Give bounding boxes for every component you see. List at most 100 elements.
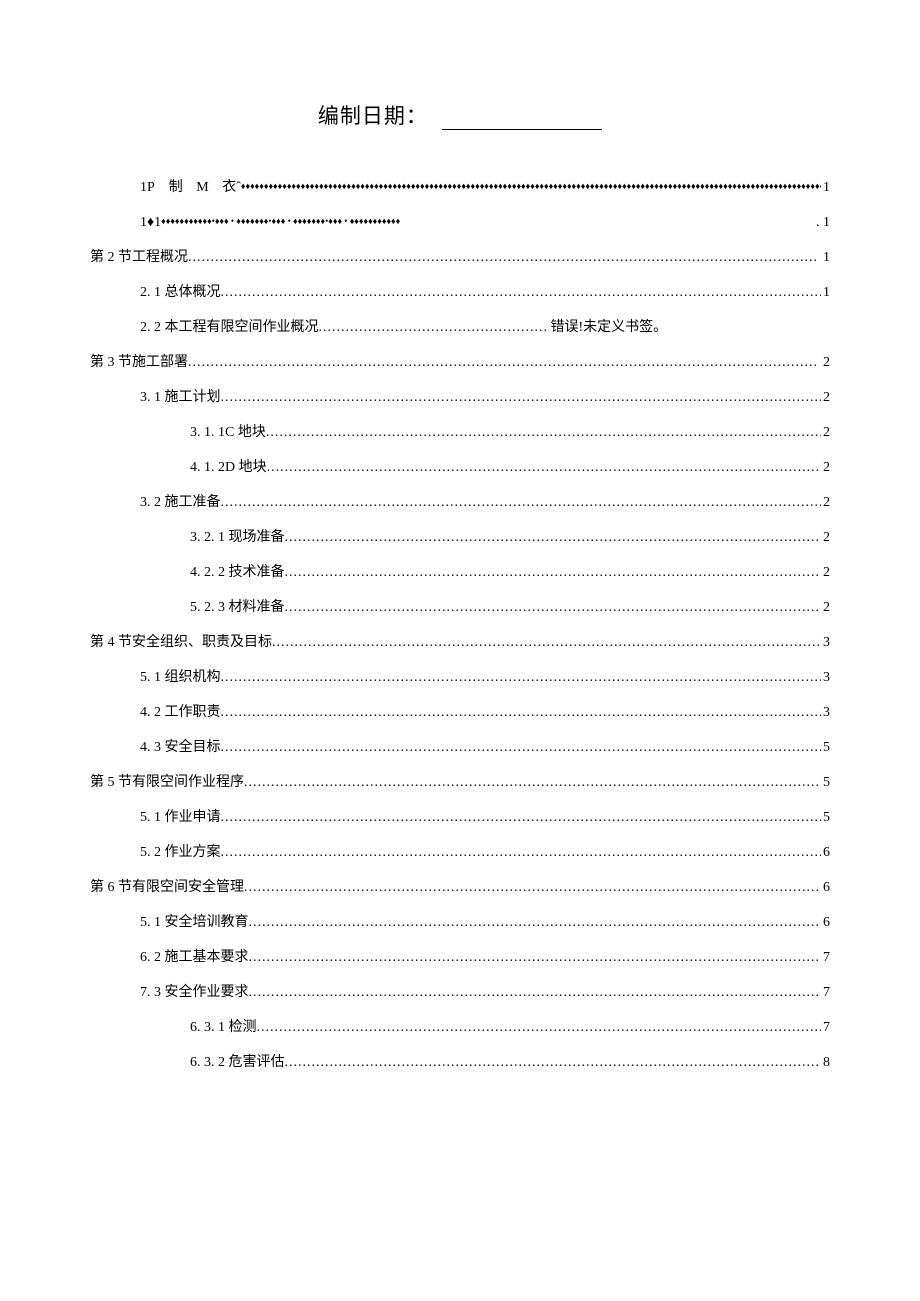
toc-entry-text: 6. 3. 2 危害评估 <box>190 1045 285 1080</box>
toc-page-number: 2 <box>821 555 830 590</box>
toc-leader: ........................................… <box>244 765 821 800</box>
toc-row: 第 4 节安全组织、职责及目标.........................… <box>90 625 830 660</box>
toc-row: 3. 1 施工计划...............................… <box>90 380 830 415</box>
toc-page-number: 6 <box>821 870 830 905</box>
toc-entry-text: 3. 2. 1 现场准备 <box>190 520 285 555</box>
toc-entry-text: 第 3 节施工部署 <box>90 345 188 380</box>
toc-leader: ........................................… <box>257 1010 822 1045</box>
toc-row: 2. 1 总体概况...............................… <box>90 275 830 310</box>
toc-entry-text: 4. 1. 2D 地块 <box>190 450 267 485</box>
toc-entry-text: 5. 2. 3 材料准备 <box>190 590 285 625</box>
toc-leader: ........................................… <box>221 485 822 520</box>
toc-row: 5. 2 作业方案...............................… <box>90 835 830 870</box>
toc-entry-text: 5. 2 作业方案 <box>140 835 221 870</box>
toc-page-number: 7 <box>821 1010 830 1045</box>
toc-page-number: 2 <box>821 345 830 380</box>
toc-leader: ........................................… <box>267 450 821 485</box>
toc-leader: ........................................… <box>319 310 549 345</box>
toc-page-number: 3 <box>821 695 830 730</box>
toc-entry-text: 第 4 节安全组织、职责及目标 <box>90 625 272 660</box>
toc-leader: ........................................… <box>272 625 821 660</box>
toc-entry-text: 6. 2 施工基本要求 <box>140 940 249 975</box>
toc-leader: ........................................… <box>188 345 821 380</box>
toc-row: 第 6 节有限空间安全管理...........................… <box>90 870 830 905</box>
toc-row: 4. 1. 2D 地块.............................… <box>90 450 830 485</box>
toc-page-number: 5 <box>821 800 830 835</box>
toc-row: 7. 3 安全作业要求.............................… <box>90 975 830 1010</box>
toc-page-number: 1 <box>821 170 830 205</box>
toc-row: 4. 2. 2 技术准备............................… <box>90 555 830 590</box>
toc-entry-text: 3. 1 施工计划 <box>140 380 221 415</box>
toc-leader: ........................................… <box>266 415 821 450</box>
toc-entry-text: 5. 1 安全培训教育 <box>140 905 249 940</box>
toc-entry-text: 7. 3 安全作业要求 <box>140 975 249 1010</box>
header-label: 编制日期： <box>318 104 428 128</box>
toc-leader: ........................................… <box>221 835 822 870</box>
toc-row: 5. 1 作业申请...............................… <box>90 800 830 835</box>
toc-page-number: 1 <box>821 240 830 275</box>
toc-row: 第 5 节有限空间作业程序...........................… <box>90 765 830 800</box>
toc-page-number: 2 <box>821 415 830 450</box>
toc-leader: ........................................… <box>249 940 822 975</box>
toc-leader: ........................................… <box>221 730 822 765</box>
toc-entry-text: 第 2 节工程概况 <box>90 240 188 275</box>
toc-page-number: 1 <box>821 275 830 310</box>
toc-leader: ........................................… <box>249 975 822 1010</box>
toc-page-number: 6 <box>821 835 830 870</box>
toc-row: 6. 3. 1 检测..............................… <box>90 1010 830 1045</box>
toc-entry-text: 第 6 节有限空间安全管理 <box>90 870 244 905</box>
toc-entry-text: 5. 1 作业申请 <box>140 800 221 835</box>
toc-page-number: 2 <box>821 450 830 485</box>
date-underline <box>442 129 602 130</box>
toc-entry-text: 4. 3 安全目标 <box>140 730 221 765</box>
toc-row: 5. 2. 3 材料准备............................… <box>90 590 830 625</box>
toc-leader: ........................................… <box>285 590 822 625</box>
toc-entry-text: 1P 制 M 衣ˆ <box>140 170 241 205</box>
toc-leader: ........................................… <box>188 240 821 275</box>
toc-page-number: 7 <box>821 975 830 1010</box>
toc-leader: ........................................… <box>221 660 822 695</box>
toc-page-number: 7 <box>821 940 830 975</box>
toc-page-number: . 1 <box>814 205 830 240</box>
toc-entry-text: 6. 3. 1 检测 <box>190 1010 257 1045</box>
toc-row: 第 2 节工程概况...............................… <box>90 240 830 275</box>
toc-page-number: 5 <box>821 765 830 800</box>
toc-leader: ........................................… <box>244 870 821 905</box>
toc-page-number: 6 <box>821 905 830 940</box>
toc-row: 2. 2 本工程有限空间作业概况........................… <box>90 310 830 345</box>
toc-row: 6. 2 施工基本要求.............................… <box>90 940 830 975</box>
toc-entry-text: 3. 2 施工准备 <box>140 485 221 520</box>
toc-page-number: 2 <box>821 590 830 625</box>
toc-page-number: 8 <box>821 1045 830 1080</box>
toc-page-number: 3 <box>821 625 830 660</box>
toc-leader: ♦♦♦♦♦♦♦♦♦♦♦♦♦♦♦♦♦♦♦♦♦♦♦♦♦♦♦♦♦♦♦♦♦♦♦♦♦♦♦♦… <box>241 182 821 191</box>
toc-page-number: 5 <box>821 730 830 765</box>
toc-row: 第 3 节施工部署...............................… <box>90 345 830 380</box>
toc-entry-text: 2. 1 总体概况 <box>140 275 221 310</box>
toc-row: 3. 2 施工准备...............................… <box>90 485 830 520</box>
toc-leader: ♦♦♦♦♦♦♦♦♦♦♦•♦♦♦ • ♦♦♦♦♦♦♦•♦♦♦ • ♦♦♦♦♦♦♦•… <box>161 217 814 226</box>
toc-entry-text: 4. 2 工作职责 <box>140 695 221 730</box>
toc-row: 3. 2. 1 现场准备............................… <box>90 520 830 555</box>
toc-row: 6. 3. 2 危害评估............................… <box>90 1045 830 1080</box>
toc-entry-text: 4. 2. 2 技术准备 <box>190 555 285 590</box>
toc-leader: ........................................… <box>221 275 822 310</box>
table-of-contents: 1P 制 M 衣ˆ♦♦♦♦♦♦♦♦♦♦♦♦♦♦♦♦♦♦♦♦♦♦♦♦♦♦♦♦♦♦♦… <box>90 170 830 1080</box>
toc-row: 5. 1 安全培训教育.............................… <box>90 905 830 940</box>
toc-page-number: 2 <box>821 485 830 520</box>
toc-page-number: 2 <box>821 520 830 555</box>
toc-leader: ........................................… <box>221 380 822 415</box>
toc-page-number: 2 <box>821 380 830 415</box>
toc-leader: ........................................… <box>285 520 822 555</box>
toc-entry-text: 5. 1 组织机构 <box>140 660 221 695</box>
toc-page-number: 错误!未定义书签。 <box>549 310 668 345</box>
toc-row: 1P 制 M 衣ˆ♦♦♦♦♦♦♦♦♦♦♦♦♦♦♦♦♦♦♦♦♦♦♦♦♦♦♦♦♦♦♦… <box>90 170 830 205</box>
toc-entry-text: 2. 2 本工程有限空间作业概况 <box>140 310 319 345</box>
toc-row: 4. 2 工作职责...............................… <box>90 695 830 730</box>
toc-entry-text: 第 5 节有限空间作业程序 <box>90 765 244 800</box>
document-header: 编制日期： <box>90 100 830 130</box>
toc-row: 4. 3 安全目标...............................… <box>90 730 830 765</box>
toc-leader: ........................................… <box>285 1045 822 1080</box>
toc-entry-text: 3. 1. 1C 地块 <box>190 415 266 450</box>
toc-leader: ........................................… <box>221 800 822 835</box>
